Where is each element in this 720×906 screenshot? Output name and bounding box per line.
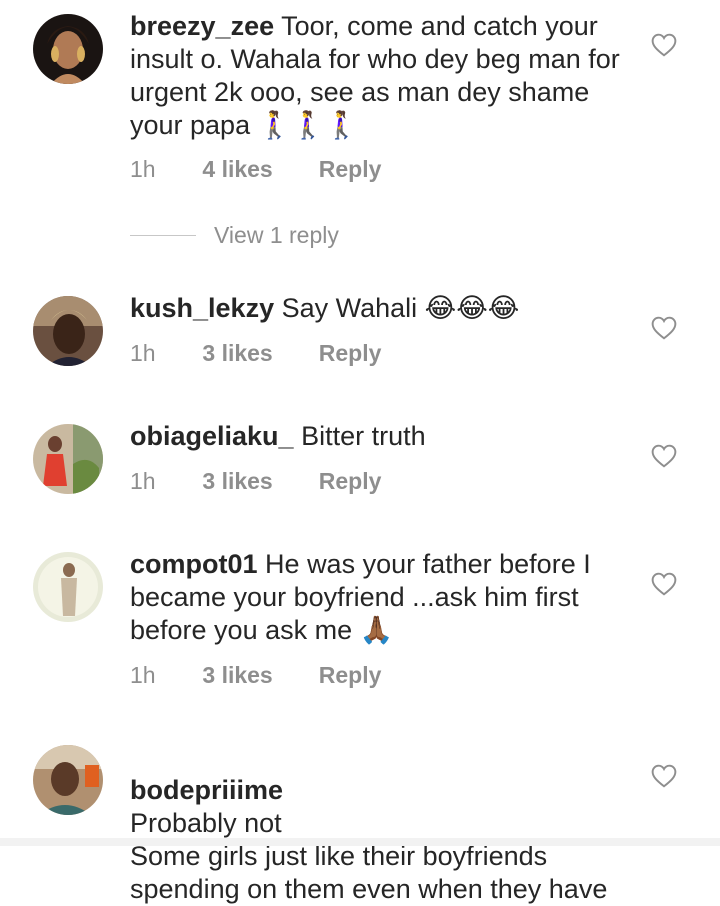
comment-username[interactable]: obiageliaku_ [130, 421, 294, 451]
reply-button[interactable]: Reply [319, 156, 382, 183]
comment-username[interactable]: compot01 [130, 549, 258, 579]
heart-icon[interactable] [651, 572, 677, 596]
comment-text: Probably not Some girls just like their … [130, 808, 608, 904]
heart-icon[interactable] [651, 764, 677, 788]
reply-divider [130, 235, 196, 236]
comment-body: breezy_zee Toor, come and catch your ins… [130, 10, 630, 142]
comment-body: bodepriiime Probably not Some girls just… [130, 741, 630, 906]
reply-button[interactable]: Reply [319, 468, 382, 495]
comment-time: 1h [130, 340, 156, 366]
comment-time: 1h [130, 468, 156, 494]
comment-likes[interactable]: 4 likes [202, 156, 312, 183]
heart-icon[interactable] [651, 316, 677, 340]
avatar[interactable] [33, 424, 103, 494]
comment-meta: 1h 4 likes Reply [130, 156, 381, 183]
comment-text: Bitter truth [301, 421, 426, 451]
avatar[interactable] [33, 14, 103, 84]
comment-meta: 1h 3 likes Reply [130, 468, 381, 495]
comment-username[interactable]: breezy_zee [130, 11, 274, 41]
heart-icon[interactable] [651, 444, 677, 468]
reply-button[interactable]: Reply [319, 340, 382, 367]
comment-time: 1h [130, 662, 156, 688]
heart-icon[interactable] [651, 33, 677, 57]
comment-likes[interactable]: 3 likes [202, 662, 312, 689]
comment-body: compot01 He was your father before I bec… [130, 548, 630, 647]
comment-meta: 1h 3 likes Reply [130, 340, 381, 367]
comment-username[interactable]: kush_lekzy [130, 293, 274, 323]
reply-button[interactable]: Reply [319, 662, 382, 689]
comment-body: obiageliaku_ Bitter truth [130, 420, 630, 453]
avatar[interactable] [33, 552, 103, 622]
comment-time: 1h [130, 156, 156, 182]
bottom-divider [0, 838, 720, 846]
comment-text: Say Wahali 😂😂😂 [281, 293, 520, 323]
comment-body: kush_lekzy Say Wahali 😂😂😂 [130, 292, 630, 325]
avatar[interactable] [33, 745, 103, 815]
comment-likes[interactable]: 3 likes [202, 340, 312, 367]
avatar[interactable] [33, 296, 103, 366]
comment-meta: 1h 3 likes Reply [130, 662, 381, 689]
comment-likes[interactable]: 3 likes [202, 468, 312, 495]
view-replies-label[interactable]: View 1 reply [214, 222, 339, 249]
comment-username[interactable]: bodepriiime [130, 775, 283, 805]
